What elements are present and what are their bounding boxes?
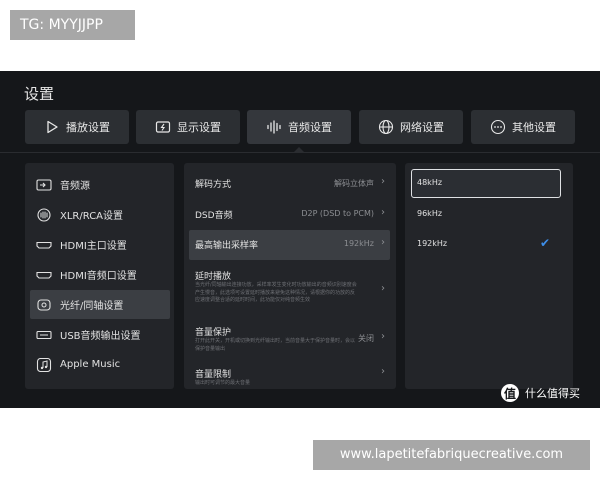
tab-playback[interactable]: 播放设置 xyxy=(25,110,129,144)
optical-icon xyxy=(37,298,51,311)
brand-watermark: 值 什么值得买 xyxy=(501,384,580,402)
usb-icon xyxy=(36,330,52,339)
tab-display[interactable]: 显示设置 xyxy=(136,110,240,144)
checkmark-icon: ✔ xyxy=(539,236,550,250)
chevron-right-icon: › xyxy=(381,366,385,377)
display-icon xyxy=(155,121,171,133)
sidebar-item-label: HDMI音频口设置 xyxy=(60,271,137,282)
option-label: 192kHz xyxy=(417,239,448,248)
sample-rate-options: 48kHz 96kHz 192kHz ✔ xyxy=(405,163,573,389)
option-label: 48kHz xyxy=(417,178,443,187)
tab-network[interactable]: 网络设置 xyxy=(359,110,463,144)
brand-name: 什么值得买 xyxy=(525,387,580,400)
setting-value: 192kHz xyxy=(343,239,374,248)
chevron-right-icon: › xyxy=(381,331,385,342)
sidebar-item-xlr-rca[interactable]: XLR/RCA设置 xyxy=(30,200,170,229)
setting-volume-limit[interactable]: 音量限制 › 输出时可调节的最大音量 xyxy=(189,359,390,389)
setting-value: D2P (DSD to PCM) xyxy=(301,209,374,218)
setting-label: 最高输出采样率 xyxy=(195,241,259,251)
tab-label: 显示设置 xyxy=(177,121,221,134)
brand-logo-icon: 值 xyxy=(501,384,519,402)
tab-label: 音频设置 xyxy=(288,121,332,134)
option-48khz[interactable]: 48kHz xyxy=(411,169,561,198)
setting-label: 延时播放 xyxy=(195,272,232,282)
audio-submenu: 音频源 XLR/RCA设置 HDMI主口设置 HDMI音频口设置 光纤/同轴设置… xyxy=(25,163,174,389)
sidebar-item-label: USB音频输出设置 xyxy=(60,331,141,342)
tab-label: 播放设置 xyxy=(66,121,110,134)
setting-label: DSD音频 xyxy=(195,211,233,221)
hdmi-icon xyxy=(36,241,52,249)
settings-tabs: 播放设置 显示设置 音频设置 网络设置 其他设置 xyxy=(25,110,575,144)
setting-value: 关闭 xyxy=(358,334,374,343)
audio-wave-icon xyxy=(267,120,281,134)
sidebar-item-label: HDMI主口设置 xyxy=(60,241,127,252)
music-icon xyxy=(36,357,52,372)
chevron-right-icon: › xyxy=(381,176,385,187)
setting-decode-mode[interactable]: 解码方式 解码立体声 › xyxy=(189,169,390,199)
tab-label: 网络设置 xyxy=(400,121,444,134)
setting-max-sample-rate[interactable]: 最高输出采样率 192kHz › xyxy=(189,230,390,260)
setting-description: 输出时可调节的最大音量 xyxy=(195,380,251,386)
divider xyxy=(0,152,600,153)
tab-audio[interactable]: 音频设置 xyxy=(247,110,351,144)
setting-volume-protect[interactable]: 音量保护 关闭 › 打开此开关，开机或切换到光纤输出时，当前音量大于保护音量时，… xyxy=(189,317,390,359)
page-title: 设置 xyxy=(24,85,55,103)
audio-source-icon xyxy=(36,178,52,191)
setting-dsd-audio[interactable]: DSD音频 D2P (DSD to PCM) › xyxy=(189,200,390,230)
play-icon xyxy=(47,120,58,134)
tab-other[interactable]: 其他设置 xyxy=(471,110,575,144)
chevron-right-icon: › xyxy=(381,207,385,218)
setting-value: 解码立体声 xyxy=(334,179,374,188)
optical-settings-list: 解码方式 解码立体声 › DSD音频 D2P (DSD to PCM) › 最高… xyxy=(184,163,396,389)
sidebar-item-apple-music[interactable]: Apple Music xyxy=(30,350,170,379)
tab-label: 其他设置 xyxy=(512,121,556,134)
setting-label: 解码方式 xyxy=(195,180,232,190)
chevron-right-icon: › xyxy=(381,237,385,248)
setting-label: 音量保护 xyxy=(195,328,232,338)
sidebar-item-hdmi-audio[interactable]: HDMI音频口设置 xyxy=(30,260,170,289)
setting-description: 打开此开关，开机或切换到光纤输出时，当前音量大于保护音量时，会以保护音量输出 xyxy=(195,338,356,352)
option-192khz[interactable]: 192kHz ✔ xyxy=(411,229,561,258)
settings-screen: 设置 播放设置 显示设置 音频设置 网络设置 其他设置 音频源 XLR/RCA设… xyxy=(0,71,600,408)
globe-icon xyxy=(378,119,394,135)
setting-delay-playback[interactable]: 延时播放 › 当光纤/同轴输出连接功放，采样率发生变化时功放输出的音频识别速度会… xyxy=(189,261,390,317)
watermark-url: www.lapetitefabriquecreative.com xyxy=(313,440,590,470)
more-icon xyxy=(490,119,506,135)
sidebar-item-label: XLR/RCA设置 xyxy=(60,211,124,222)
sidebar-item-optical-coax[interactable]: 光纤/同轴设置 xyxy=(30,290,170,319)
option-label: 96kHz xyxy=(417,209,443,218)
option-96khz[interactable]: 96kHz xyxy=(411,199,561,228)
sidebar-item-label: Apple Music xyxy=(60,359,121,370)
watermark-tag: TG: MYYJJPP xyxy=(10,10,135,40)
chevron-right-icon: › xyxy=(381,283,385,294)
sidebar-item-hdmi-main[interactable]: HDMI主口设置 xyxy=(30,230,170,259)
sidebar-item-audio-source[interactable]: 音频源 xyxy=(30,170,170,199)
xlr-icon xyxy=(37,207,51,222)
sidebar-item-usb-audio[interactable]: USB音频输出设置 xyxy=(30,320,170,349)
sidebar-item-label: 音频源 xyxy=(60,181,90,192)
setting-label: 音量限制 xyxy=(195,370,232,380)
sidebar-item-label: 光纤/同轴设置 xyxy=(60,301,124,312)
hdmi-icon xyxy=(36,271,52,279)
setting-description: 当光纤/同轴输出连接功放，采样率发生变化时功放输出的音频识别速度会产生慢音，此选… xyxy=(195,282,357,303)
